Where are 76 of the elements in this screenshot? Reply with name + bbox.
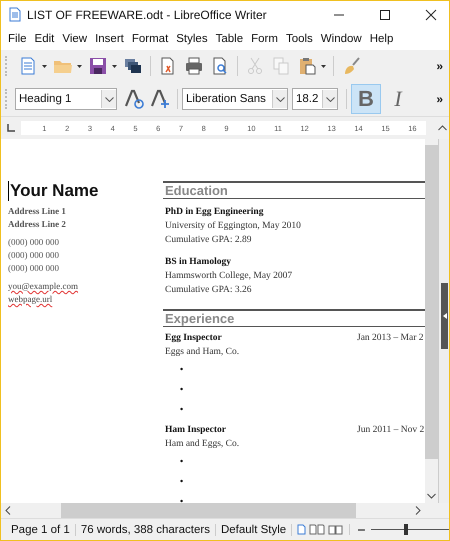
dropdown-caret-icon[interactable] — [321, 64, 326, 68]
job-dates: Jan 2013 – Mar 2 — [357, 332, 424, 345]
window-title: LIST OF FREEWARE.odt - LibreOffice Writer — [27, 8, 267, 22]
bullet-point: • — [179, 383, 184, 396]
zoom-thumb[interactable] — [404, 524, 408, 535]
print-icon[interactable] — [184, 56, 204, 76]
multi-page-view-icon[interactable] — [309, 524, 326, 535]
book-view-icon[interactable] — [328, 524, 344, 535]
degree-title: PhD in Egg Engineering — [165, 206, 264, 219]
bullet-point: • — [179, 363, 184, 376]
menu-item[interactable]: Format — [130, 33, 174, 45]
scroll-up-icon[interactable] — [438, 125, 447, 131]
word-count: 76 words, 388 characters — [76, 524, 216, 536]
font-size-combo[interactable]: 18.2 — [292, 88, 338, 110]
section-heading: Experience — [163, 309, 426, 327]
menu-item[interactable]: Styles — [174, 33, 214, 45]
phone-number: (000) 000 000 — [8, 236, 60, 249]
menu-item[interactable]: Form — [249, 33, 284, 45]
address-line: Address Line 2 — [8, 218, 67, 231]
single-page-view-icon[interactable] — [297, 524, 306, 535]
phone-number: (000) 000 000 — [8, 249, 60, 262]
company-name: Eggs and Ham, Co. — [165, 346, 240, 359]
new-style-icon[interactable] — [149, 88, 171, 110]
company-name: Ham and Eggs, Co. — [165, 438, 240, 451]
paste-icon[interactable] — [297, 56, 317, 76]
page-style: Default Style — [216, 524, 292, 536]
menu-item[interactable]: Table — [214, 33, 250, 45]
job-title: Ham Inspector — [165, 424, 227, 437]
chevron-down-icon — [276, 96, 284, 102]
section-heading: Education — [163, 181, 426, 199]
menu-item[interactable]: File — [6, 33, 33, 45]
phone-number: (000) 000 000 — [8, 262, 60, 275]
gpa-line: Cumulative GPA: 2.89 — [165, 234, 252, 247]
school-line: Hammsworth College, May 2007 — [165, 270, 294, 283]
menu-item[interactable]: Tools — [284, 33, 319, 45]
menu-item[interactable]: Edit — [32, 33, 60, 45]
bullet-point: • — [179, 403, 184, 416]
dropdown-caret-icon[interactable] — [77, 64, 82, 68]
name-heading: Your Name — [8, 181, 155, 201]
menu-item[interactable]: Help — [368, 33, 400, 45]
document-icon — [9, 7, 21, 22]
sidebar-handle[interactable] — [441, 283, 448, 349]
overflow-chevron[interactable]: » — [430, 59, 449, 73]
chevron-down-icon — [104, 96, 114, 102]
degree-title: BS in Hamology — [165, 256, 232, 269]
paragraph-style-combo[interactable]: Heading 1 — [15, 88, 117, 110]
bullet-point: • — [179, 455, 184, 468]
scroll-right-icon[interactable] — [415, 506, 421, 515]
scroll-down-icon[interactable] — [427, 493, 436, 499]
tab-stop-icon[interactable] — [7, 124, 15, 132]
job-dates: Jun 2011 – Nov 2 — [357, 424, 424, 437]
dropdown-caret-icon[interactable] — [42, 64, 47, 68]
maximize-icon[interactable] — [379, 8, 391, 20]
save-icon[interactable] — [88, 56, 108, 76]
address-line: Address Line 1 — [8, 205, 67, 218]
bold-button[interactable]: B — [351, 84, 381, 114]
font-name-combo[interactable]: Liberation Sans — [182, 88, 288, 110]
italic-button[interactable]: I — [383, 84, 413, 114]
scroll-thumb[interactable] — [61, 503, 356, 518]
update-style-icon[interactable] — [123, 88, 145, 110]
menu-item[interactable]: Window — [318, 33, 368, 45]
windows-icon[interactable] — [123, 56, 143, 76]
menu-item[interactable]: View — [60, 33, 94, 45]
school-line: University of Eggington, May 2010 — [165, 220, 302, 233]
bullet-point: • — [179, 495, 184, 503]
overflow-chevron[interactable]: » — [430, 92, 449, 106]
close-icon[interactable] — [425, 8, 437, 20]
collapse-arrow-icon — [442, 313, 447, 319]
dropdown-caret-icon[interactable] — [112, 64, 117, 68]
chevron-down-icon — [326, 96, 334, 102]
scroll-left-icon[interactable] — [5, 506, 11, 515]
page-count: Page 1 of 1 — [1, 524, 76, 536]
gpa-line: Cumulative GPA: 3.26 — [165, 284, 252, 297]
menu-item[interactable]: Insert — [93, 33, 130, 45]
job-title: Egg Inspector — [165, 332, 223, 345]
bullet-point: • — [179, 475, 184, 488]
